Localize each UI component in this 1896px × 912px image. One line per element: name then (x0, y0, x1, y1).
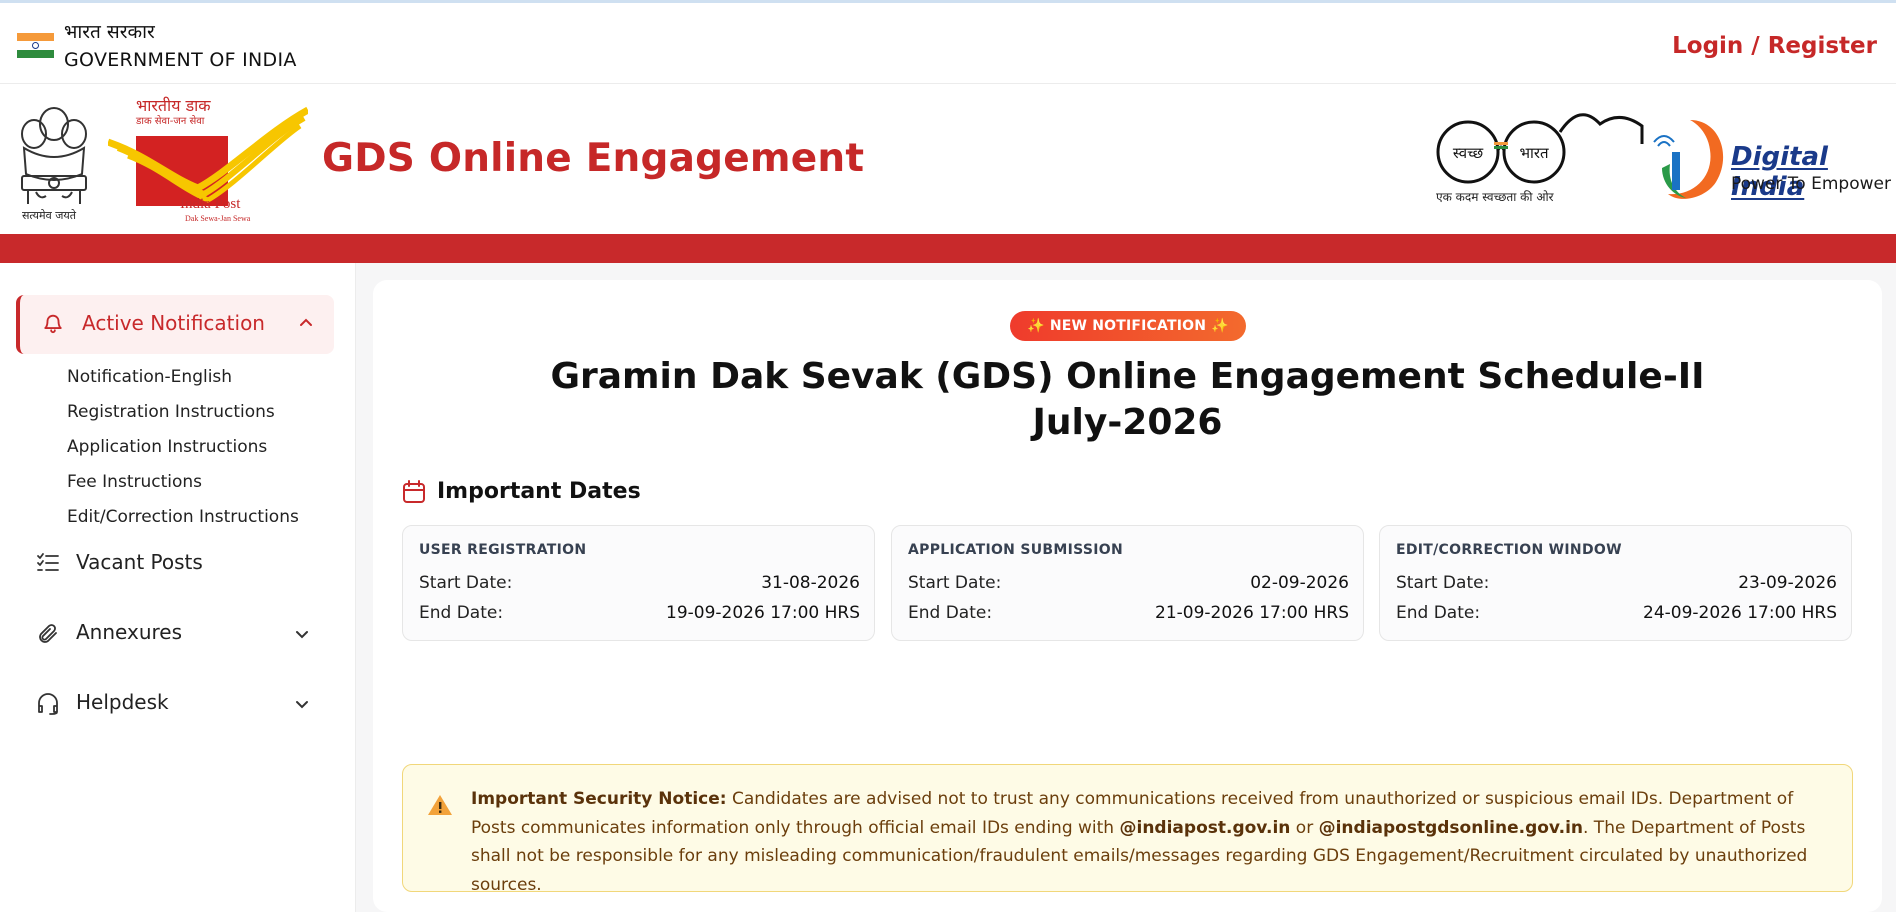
bell-icon (44, 314, 62, 334)
date-card-heading: APPLICATION SUBMISSION (908, 542, 1123, 558)
sidebar: Active Notification Notification-English… (0, 263, 356, 912)
brand-header: सत्यमेव जयते भारतीय डाक डाक सेवा-जन सेवा… (0, 84, 1896, 234)
end-date-label: End Date: (908, 603, 993, 623)
swachh-bharat-logo-icon: स्वच्छ भारत (1436, 113, 1644, 184)
paperclip-icon (39, 624, 57, 643)
checklist-icon (37, 553, 59, 571)
government-bar: भारत सरकार GOVERNMENT OF INDIA Login / R… (0, 0, 1896, 84)
date-card-edit-correction-window: EDIT/CORRECTION WINDOW Start Date: 23-09… (1379, 525, 1852, 641)
national-emblem-icon (21, 107, 87, 204)
security-notice: Important Security Notice: Candidates ar… (402, 764, 1853, 895)
sidebar-sub-fee-instructions[interactable]: Fee Instructions (67, 472, 202, 492)
start-date-label: Start Date: (419, 573, 513, 593)
chevron-down-icon[interactable] (294, 626, 310, 642)
sidebar-sub-notification-english[interactable]: Notification-English (67, 367, 232, 387)
chevron-up-icon[interactable] (298, 315, 314, 331)
india-post-tagline: Dak Sewa-Jan Sewa (185, 214, 251, 223)
page-title-line1: Gramin Dak Sevak (GDS) Online Engagement… (550, 356, 1705, 397)
site-title: GDS Online Engagement (322, 136, 865, 181)
new-notification-badge: ✨ NEW NOTIFICATION ✨ (1010, 311, 1246, 341)
sidebar-item-helpdesk[interactable]: Helpdesk (36, 684, 336, 724)
sidebar-item-annexures[interactable]: Annexures (36, 614, 336, 654)
important-dates-label: Important Dates (437, 479, 641, 504)
security-notice-text: Important Security Notice: Candidates ar… (471, 785, 1831, 899)
calendar-icon (403, 480, 425, 503)
sidebar-item-label: Active Notification (82, 311, 265, 335)
start-date-label: Start Date: (1396, 573, 1490, 593)
page-title-line2: July-2026 (1032, 402, 1223, 443)
sidebar-item-label: Annexures (76, 620, 183, 644)
chevron-down-icon[interactable] (294, 696, 310, 712)
swachh-caption: एक कदम स्वच्छता की ओर (1436, 190, 1554, 204)
start-date-label: Start Date: (908, 573, 1002, 593)
sidebar-item-active-notification[interactable]: Active Notification (16, 295, 334, 354)
end-date-value: 24-09-2026 17:00 HRS (1643, 603, 1837, 623)
digital-india-logo-icon (1653, 120, 1724, 199)
official-email-2: @indiapostgdsonline.gov.in (1318, 817, 1583, 838)
gov-english-label: GOVERNMENT OF INDIA (64, 49, 297, 71)
headset-icon (38, 693, 58, 715)
security-notice-label: Important Security Notice: (471, 789, 727, 809)
date-card-user-registration: USER REGISTRATION Start Date: 31-08-2026… (402, 525, 875, 641)
end-date-label: End Date: (419, 603, 504, 623)
date-card-application-submission: APPLICATION SUBMISSION Start Date: 02-09… (891, 525, 1364, 641)
security-notice-or: or (1290, 817, 1319, 838)
sidebar-item-vacant-posts[interactable]: Vacant Posts (36, 544, 336, 584)
swachh-left-text: स्वच्छ (1453, 144, 1484, 162)
sidebar-sub-application-instructions[interactable]: Application Instructions (67, 437, 267, 457)
emblem-caption: सत्यमेव जयते (22, 209, 77, 222)
india-post-hindi-tag: डाक सेवा-जन सेवा (136, 116, 205, 127)
sidebar-item-label: Helpdesk (76, 690, 169, 714)
sidebar-sub-registration-instructions[interactable]: Registration Instructions (67, 402, 275, 422)
sidebar-item-label: Vacant Posts (76, 550, 203, 574)
gov-hindi-label: भारत सरकार (64, 21, 155, 43)
start-date-value: 31-08-2026 (761, 573, 860, 593)
date-card-heading: EDIT/CORRECTION WINDOW (1396, 542, 1622, 558)
sidebar-sub-edit-correction-instructions[interactable]: Edit/Correction Instructions (67, 507, 299, 527)
login-register-link[interactable]: Login / Register (1672, 33, 1877, 59)
official-email-1: @indiapost.gov.in (1119, 817, 1291, 838)
swachh-right-text: भारत (1519, 144, 1549, 162)
end-date-value: 19-09-2026 17:00 HRS (666, 603, 860, 623)
india-post-name: India Post (180, 196, 241, 212)
digital-india-tagline: Power To Empower (1731, 174, 1891, 194)
start-date-value: 23-09-2026 (1738, 573, 1837, 593)
end-date-label: End Date: (1396, 603, 1481, 623)
page-title: Gramin Dak Sevak (GDS) Online Engagement… (373, 354, 1882, 446)
header-red-band (0, 234, 1896, 263)
start-date-value: 02-09-2026 (1250, 573, 1349, 593)
end-date-value: 21-09-2026 17:00 HRS (1155, 603, 1349, 623)
india-flag-icon (17, 33, 54, 58)
date-card-heading: USER REGISTRATION (419, 542, 587, 558)
warning-icon (428, 795, 452, 815)
